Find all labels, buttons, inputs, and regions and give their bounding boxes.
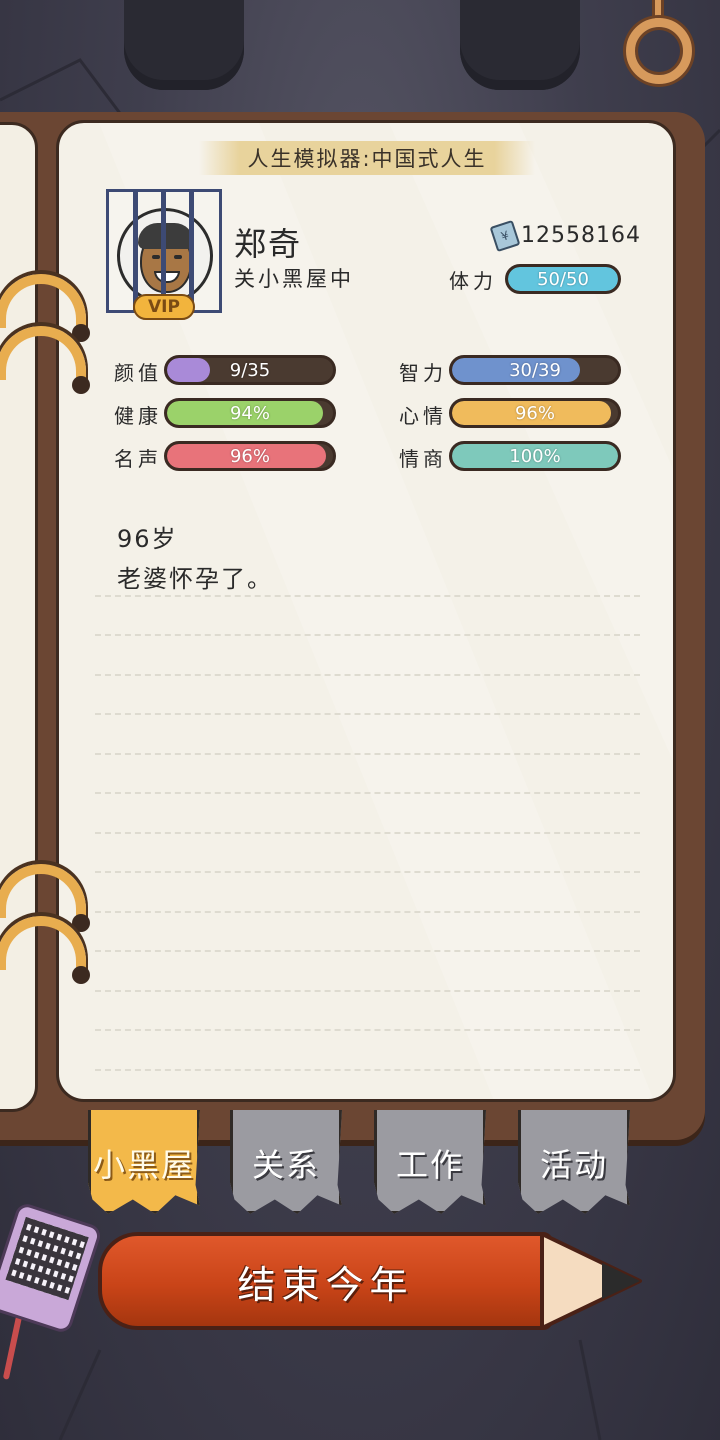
tab-small-dark-room[interactable]: 小黑屋 — [88, 1110, 200, 1214]
stat-label: 情商 — [399, 447, 447, 471]
tab-work[interactable]: 工作 — [374, 1110, 486, 1214]
vip-badge[interactable]: VIP — [133, 294, 195, 320]
stat-label: 颜值 — [114, 361, 162, 385]
stat-bar-fame: 96% — [164, 441, 336, 471]
player-status: 关小黑屋中 — [234, 267, 354, 291]
jail-bars-icon — [109, 192, 219, 310]
stat-label: 健康 — [114, 404, 162, 428]
stat-bar-health: 94% — [164, 398, 336, 428]
end-year-button[interactable]: 结束今年 — [98, 1232, 646, 1330]
stat-bar-intelligence: 30/39 — [449, 355, 621, 385]
money-amount: 12558164 — [521, 223, 641, 248]
tab-activities[interactable]: 活动 — [518, 1110, 630, 1214]
stamina-value: 50/50 — [537, 268, 589, 290]
stat-value: 100% — [509, 445, 561, 467]
end-year-label: 结束今年 — [98, 1232, 553, 1330]
journal-lines — [95, 557, 640, 1099]
stat-value: 96% — [514, 402, 555, 424]
ceiling-pillar-left — [124, 0, 244, 90]
stat-value: 9/35 — [229, 359, 271, 381]
game-title: 人生模拟器:中国式人生 — [199, 141, 535, 175]
player-avatar[interactable]: VIP — [106, 189, 222, 320]
pencil-tip-icon — [540, 1232, 642, 1330]
stamina-label: 体力 — [449, 269, 497, 293]
stat-bar-appearance: 9/35 — [164, 355, 336, 385]
life-journal-page: 人生模拟器:中国式人生 VIP 郑奇 关小黑屋中 ¥ 12558164 体力 5… — [56, 120, 676, 1102]
log-age: 96岁 — [117, 525, 178, 553]
stat-label: 名声 — [114, 447, 162, 471]
stat-label: 心情 — [399, 404, 447, 428]
stat-bar-eq: 100% — [449, 441, 621, 471]
log-event: 老婆怀孕了。 — [117, 565, 273, 593]
tab-relationships[interactable]: 关系 — [230, 1110, 342, 1214]
stat-value: 96% — [229, 445, 270, 467]
player-name: 郑奇 — [234, 225, 303, 263]
ring-hook-icon[interactable] — [626, 18, 692, 84]
stat-value: 94% — [229, 402, 270, 424]
ceiling-pillar-right — [460, 0, 580, 90]
stamina-bar: 50/50 — [505, 264, 621, 294]
stat-bar-mood: 96% — [449, 398, 621, 428]
stat-label: 智力 — [399, 361, 447, 385]
stat-value: 30/39 — [509, 359, 561, 381]
